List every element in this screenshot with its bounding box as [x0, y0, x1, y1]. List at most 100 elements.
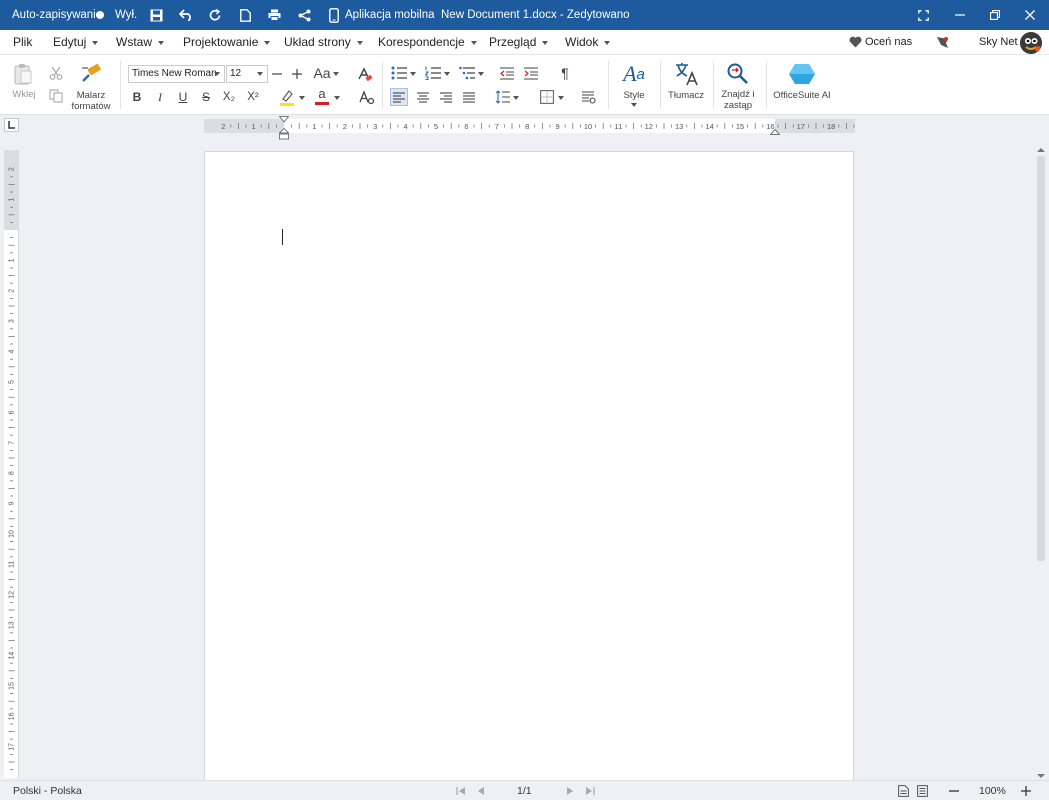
print-layout-icon[interactable] — [898, 785, 909, 797]
paste-button[interactable] — [12, 62, 34, 86]
mobile-app-icon[interactable] — [326, 7, 342, 23]
autosave-state[interactable]: Wył. — [115, 0, 137, 30]
first-page-icon[interactable] — [456, 786, 466, 796]
web-layout-icon[interactable] — [917, 785, 928, 797]
previous-page-icon[interactable] — [476, 786, 486, 796]
autosave-toggle[interactable] — [96, 11, 104, 19]
menu-insert[interactable]: Wstaw — [116, 30, 164, 55]
chevron-down-icon[interactable] — [631, 103, 637, 107]
menu-edit[interactable]: Edytuj — [53, 30, 99, 55]
increase-indent-icon[interactable] — [523, 65, 539, 81]
last-page-icon[interactable] — [585, 786, 595, 796]
strikethrough-button[interactable]: S — [197, 88, 215, 106]
minimize-icon[interactable] — [952, 7, 968, 23]
new-document-icon[interactable] — [237, 7, 253, 23]
ruler-number: 15 — [8, 682, 15, 690]
vertical-ruler-marks: 2 1 1 2 3 4 5 6 7 8 9 10 11 12 13 14 15 16 17 — [4, 150, 19, 778]
menu-design[interactable]: Projektowanie — [183, 30, 271, 55]
increase-font-size-button[interactable] — [290, 65, 304, 83]
menu-layout[interactable]: Układ strony — [284, 30, 363, 55]
font-size-select[interactable]: 12 — [226, 65, 268, 83]
line-spacing-icon[interactable] — [493, 88, 511, 106]
format-painter-label[interactable]: Malarz formatów — [66, 90, 116, 112]
avatar[interactable] — [1020, 32, 1042, 54]
zoom-out-icon[interactable] — [949, 786, 959, 796]
close-icon[interactable] — [1022, 7, 1038, 23]
font-settings-icon[interactable] — [358, 88, 376, 106]
chevron-down-icon[interactable] — [558, 96, 564, 100]
chevron-down-icon[interactable] — [478, 72, 484, 76]
cut-icon[interactable] — [48, 65, 64, 81]
scrollbar-thumb[interactable] — [1037, 156, 1045, 561]
menu-mailings[interactable]: Korespondencje — [378, 30, 477, 55]
change-case-button[interactable]: Aa — [312, 64, 332, 82]
align-center-button[interactable] — [414, 88, 432, 106]
print-icon[interactable] — [266, 7, 282, 23]
redo-icon[interactable] — [207, 7, 223, 23]
numbering-icon[interactable] — [424, 65, 442, 81]
chevron-down-icon — [264, 40, 271, 45]
styles-icon[interactable]: Aa — [620, 61, 648, 87]
fullscreen-icon[interactable] — [915, 7, 931, 23]
save-icon[interactable] — [148, 7, 164, 23]
mobile-app-link[interactable]: Aplikacja mobilna — [345, 0, 435, 30]
user-name[interactable]: Sky Net — [979, 30, 1018, 55]
right-indent-marker[interactable] — [769, 128, 781, 136]
align-right-button[interactable] — [437, 88, 455, 106]
underline-button[interactable]: U — [174, 88, 192, 106]
document-page[interactable] — [204, 151, 854, 781]
share-icon[interactable] — [296, 7, 312, 23]
feedback-icon[interactable] — [936, 36, 949, 49]
left-indent-marker[interactable] — [278, 127, 290, 140]
font-name-select[interactable]: Times New Roman — [128, 65, 225, 83]
clear-formatting-icon[interactable] — [356, 65, 374, 83]
ruler-number: 12 — [645, 122, 653, 131]
chevron-down-icon[interactable] — [410, 72, 416, 76]
menu-review[interactable]: Przegląd — [489, 30, 549, 55]
tab-stop-selector[interactable] — [4, 118, 19, 132]
next-page-icon[interactable] — [565, 786, 575, 796]
chevron-down-icon[interactable] — [299, 96, 305, 100]
show-formatting-marks-button[interactable]: ¶ — [557, 64, 573, 82]
zoom-in-icon[interactable] — [1021, 786, 1031, 796]
restore-icon[interactable] — [987, 7, 1003, 23]
language-indicator[interactable]: Polski - Polska — [13, 781, 82, 800]
find-replace-icon[interactable] — [724, 61, 750, 87]
zoom-level[interactable]: 100% — [979, 781, 1006, 800]
italic-button[interactable]: I — [151, 88, 169, 106]
find-replace-label[interactable]: Znajdź i zastąp — [716, 89, 760, 111]
superscript-button[interactable]: X² — [243, 88, 263, 106]
translator-label[interactable]: Tłumacz — [664, 90, 708, 101]
font-color-button[interactable]: a — [313, 86, 331, 106]
subscript-button[interactable]: X₂ — [219, 88, 239, 106]
translate-icon[interactable] — [672, 60, 700, 88]
bullets-icon[interactable] — [390, 65, 408, 81]
paragraph-settings-icon[interactable] — [580, 88, 598, 106]
decrease-font-size-button[interactable] — [270, 65, 284, 83]
justify-button[interactable] — [460, 88, 478, 106]
copy-icon[interactable] — [48, 88, 64, 104]
ruler-number: 7 — [495, 122, 499, 131]
bold-button[interactable]: B — [128, 88, 146, 106]
menu-file[interactable]: Plik — [13, 30, 32, 55]
chevron-down-icon[interactable] — [444, 72, 450, 76]
chevron-down-icon[interactable] — [513, 96, 519, 100]
borders-icon[interactable] — [538, 88, 556, 106]
menu-view[interactable]: Widok — [565, 30, 611, 55]
ruler-number: 17 — [797, 122, 805, 131]
ruler-number: 3 — [373, 122, 377, 131]
officesuite-ai-icon[interactable] — [787, 61, 817, 87]
highlight-color-button[interactable] — [278, 87, 296, 107]
scroll-up-icon[interactable] — [1036, 145, 1046, 153]
styles-label[interactable]: Style — [614, 90, 654, 101]
decrease-indent-icon[interactable] — [499, 65, 515, 81]
rate-us-link[interactable]: Oceń nas — [865, 30, 912, 55]
align-left-button[interactable] — [390, 88, 408, 106]
format-painter-icon[interactable] — [79, 61, 103, 85]
chevron-down-icon[interactable] — [334, 96, 340, 100]
undo-icon[interactable] — [178, 7, 194, 23]
first-line-indent-marker[interactable] — [278, 115, 290, 123]
scroll-down-icon[interactable] — [1036, 771, 1046, 779]
officesuite-ai-label[interactable]: OfficeSuite AI — [770, 90, 834, 101]
multilevel-list-icon[interactable] — [458, 65, 476, 81]
